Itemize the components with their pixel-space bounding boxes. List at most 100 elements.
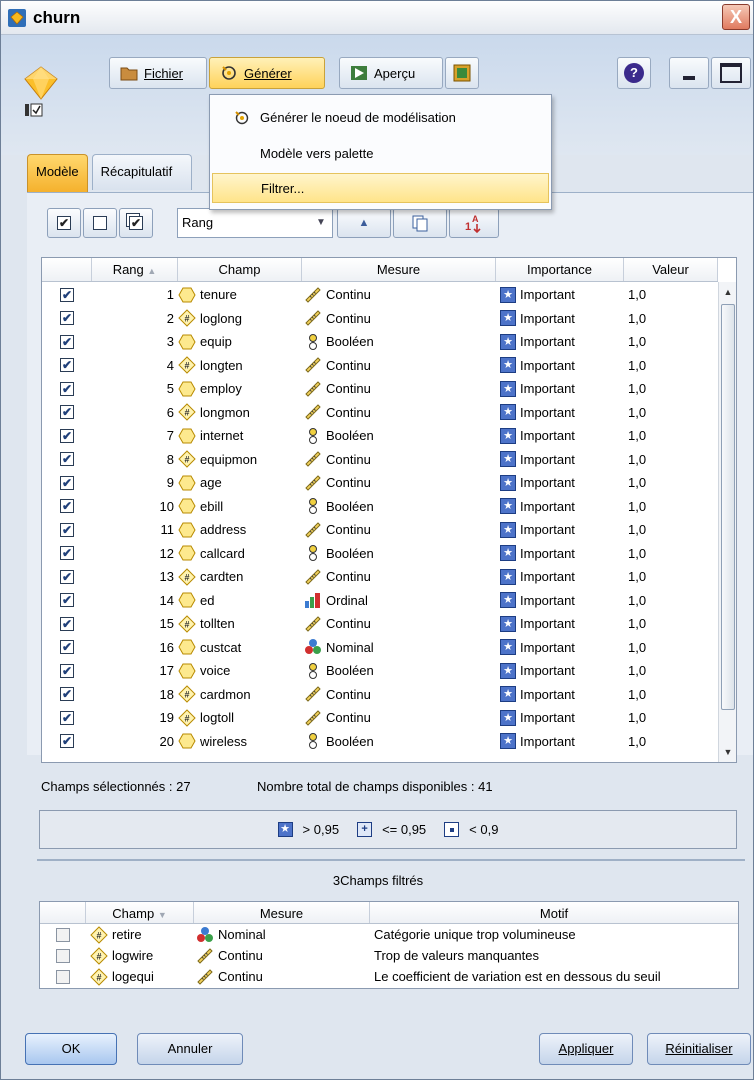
table-row[interactable]: ✔ 8 # equipmon Continu ★ Important 1,0	[42, 448, 718, 472]
table-row[interactable]: ✔ 5 employ Continu ★ Important 1,0	[42, 377, 718, 401]
maximize-button[interactable]	[711, 57, 751, 89]
check-selected-button[interactable]: ✔	[119, 208, 153, 238]
copy-icon	[412, 215, 428, 232]
value-cell: 1,0	[628, 310, 647, 326]
preview-button[interactable]: Aperçu	[339, 57, 443, 89]
table-row[interactable]: ✔ 14 ed Ordinal ★ Important 1,0	[42, 589, 718, 613]
rank-sort-button[interactable]: 1 A	[449, 208, 499, 238]
row-checkbox[interactable]: ✔	[42, 546, 92, 561]
apply-button[interactable]: Appliquer	[539, 1033, 633, 1065]
importance-cell: ★ Important	[496, 404, 624, 421]
minimize-button[interactable]	[669, 57, 709, 89]
panel-splitter[interactable]	[37, 859, 745, 861]
row-checkbox[interactable]	[40, 927, 86, 942]
table-row[interactable]: ✔ 13 # cardten Continu ★ Important 1,0	[42, 565, 718, 589]
empty-box-icon	[93, 216, 107, 230]
row-checkbox[interactable]: ✔	[42, 428, 92, 443]
rank-cell: 8	[166, 451, 174, 467]
row-checkbox[interactable]: ✔	[42, 499, 92, 514]
uncheck-all-button[interactable]	[83, 208, 117, 238]
row-checkbox[interactable]	[40, 948, 86, 963]
row-checkbox[interactable]: ✔	[42, 475, 92, 490]
row-checkbox[interactable]: ✔	[42, 522, 92, 537]
field-icon	[178, 639, 196, 655]
row-checkbox[interactable]: ✔	[42, 734, 92, 749]
row-checkbox[interactable]: ✔	[42, 569, 92, 584]
menu-item-generate-model-node[interactable]: Générer le noeud de modélisation	[212, 103, 549, 133]
table-row[interactable]: ✔ 7 internet Booléen ★ Important 1,0	[42, 424, 718, 448]
column-header-value[interactable]: Valeur	[624, 258, 718, 281]
row-checkbox[interactable]: ✔	[42, 381, 92, 396]
table-row[interactable]: ✔ 11 address Continu ★ Important 1,0	[42, 518, 718, 542]
row-checkbox[interactable]: ✔	[42, 452, 92, 467]
column-header-measure[interactable]: Mesure	[302, 258, 496, 281]
close-button[interactable]: X	[722, 4, 750, 30]
sort-up-icon: ▲	[358, 217, 370, 229]
table-row[interactable]: ✔ 10 ebill Booléen ★ Important 1,0	[42, 495, 718, 519]
table-row[interactable]: ✔ 16 custcat Nominal ★ Important 1,0	[42, 636, 718, 660]
sort-by-select[interactable]: Rang ▼	[177, 208, 333, 238]
derived-field-icon: #	[178, 403, 196, 421]
rank-cell: 10	[159, 498, 174, 514]
nominal-circles-icon	[305, 639, 321, 655]
menu-item-model-to-palette[interactable]: Modèle vers palette	[212, 139, 549, 169]
menu-item-filter[interactable]: Filtrer...	[212, 173, 549, 203]
column-header-field[interactable]: Champ ▼	[86, 902, 194, 923]
table-row[interactable]: ✔ 20 wireless Booléen ★ Important 1,0	[42, 730, 718, 754]
row-checkbox[interactable]: ✔	[42, 687, 92, 702]
help-button[interactable]: ?	[617, 57, 651, 89]
reset-button[interactable]: Réinitialiser	[647, 1033, 751, 1065]
column-header-importance[interactable]: Importance	[496, 258, 624, 281]
rank-cell: 3	[166, 334, 174, 350]
column-header-measure[interactable]: Mesure	[194, 902, 370, 923]
scroll-up-icon[interactable]: ▲	[720, 284, 736, 300]
checkmark-icon: ✔	[60, 616, 74, 631]
row-checkbox[interactable]: ✔	[42, 311, 92, 326]
filtered-row[interactable]: # logequi Continu Le coefficient de variati…	[40, 966, 738, 987]
table-row[interactable]: ✔ 2 # loglong Continu ★ Important 1,0	[42, 307, 718, 331]
ok-button[interactable]: OK	[25, 1033, 117, 1065]
table-row[interactable]: ✔ 6 # longmon Continu ★ Important 1,0	[42, 401, 718, 425]
row-checkbox[interactable]: ✔	[42, 593, 92, 608]
field-name: equipmon	[200, 451, 258, 467]
row-checkbox[interactable]: ✔	[42, 334, 92, 349]
table-row[interactable]: ✔ 4 # longten Continu ★ Important 1,0	[42, 354, 718, 378]
file-menu-button[interactable]: Fichier	[109, 57, 207, 89]
row-checkbox[interactable]: ✔	[42, 710, 92, 725]
table-row[interactable]: ✔ 18 # cardmon Continu ★ Important 1,0	[42, 683, 718, 707]
cancel-button[interactable]: Annuler	[137, 1033, 243, 1065]
chevron-down-icon: ▼	[316, 217, 326, 228]
ordinal-bars-icon	[305, 593, 320, 609]
scroll-down-icon[interactable]: ▼	[720, 744, 736, 760]
row-checkbox[interactable]: ✔	[42, 640, 92, 655]
table-row[interactable]: ✔ 12 callcard Booléen ★ Important 1,0	[42, 542, 718, 566]
table-row[interactable]: ✔ 9 age Continu ★ Important 1,0	[42, 471, 718, 495]
derived-field-icon: #	[90, 946, 108, 965]
row-checkbox[interactable]: ✔	[42, 405, 92, 420]
row-checkbox[interactable]: ✔	[42, 663, 92, 678]
add-to-palette-button[interactable]	[445, 57, 479, 89]
generate-menu-button[interactable]: Générer	[209, 57, 325, 89]
row-checkbox[interactable]	[40, 969, 86, 984]
copy-button[interactable]	[393, 208, 447, 238]
filtered-row[interactable]: # retire Nominal Catégorie unique trop volu…	[40, 924, 738, 945]
filtered-row[interactable]: # logwire Continu Trop de valeurs manquante…	[40, 945, 738, 966]
column-header-reason[interactable]: Motif	[370, 902, 738, 923]
table-row[interactable]: ✔ 19 # logtoll Continu ★ Important 1,0	[42, 706, 718, 730]
column-header-field[interactable]: Champ	[178, 258, 302, 281]
generate-menu-label: Générer	[244, 65, 292, 81]
table-row[interactable]: ✔ 1 tenure Continu ★ Important 1,0	[42, 283, 718, 307]
scrollbar-thumb[interactable]	[721, 304, 735, 710]
table-row[interactable]: ✔ 3 equip Booléen ★ Important 1,0	[42, 330, 718, 354]
sort-ascending-button[interactable]: ▲	[337, 208, 391, 238]
tab-model[interactable]: Modèle	[27, 154, 88, 192]
vertical-scrollbar[interactable]: ▲ ▼	[718, 282, 736, 762]
row-checkbox[interactable]: ✔	[42, 616, 92, 631]
row-checkbox[interactable]: ✔	[42, 358, 92, 373]
table-row[interactable]: ✔ 17 voice Booléen ★ Important 1,0	[42, 659, 718, 683]
table-row[interactable]: ✔ 15 # tollten Continu ★ Important 1,0	[42, 612, 718, 636]
row-checkbox[interactable]: ✔	[42, 287, 92, 302]
column-header-rank[interactable]: Rang ▲	[92, 258, 178, 281]
check-all-button[interactable]: ✔	[47, 208, 81, 238]
tab-summary[interactable]: Récapitulatif	[91, 154, 192, 190]
